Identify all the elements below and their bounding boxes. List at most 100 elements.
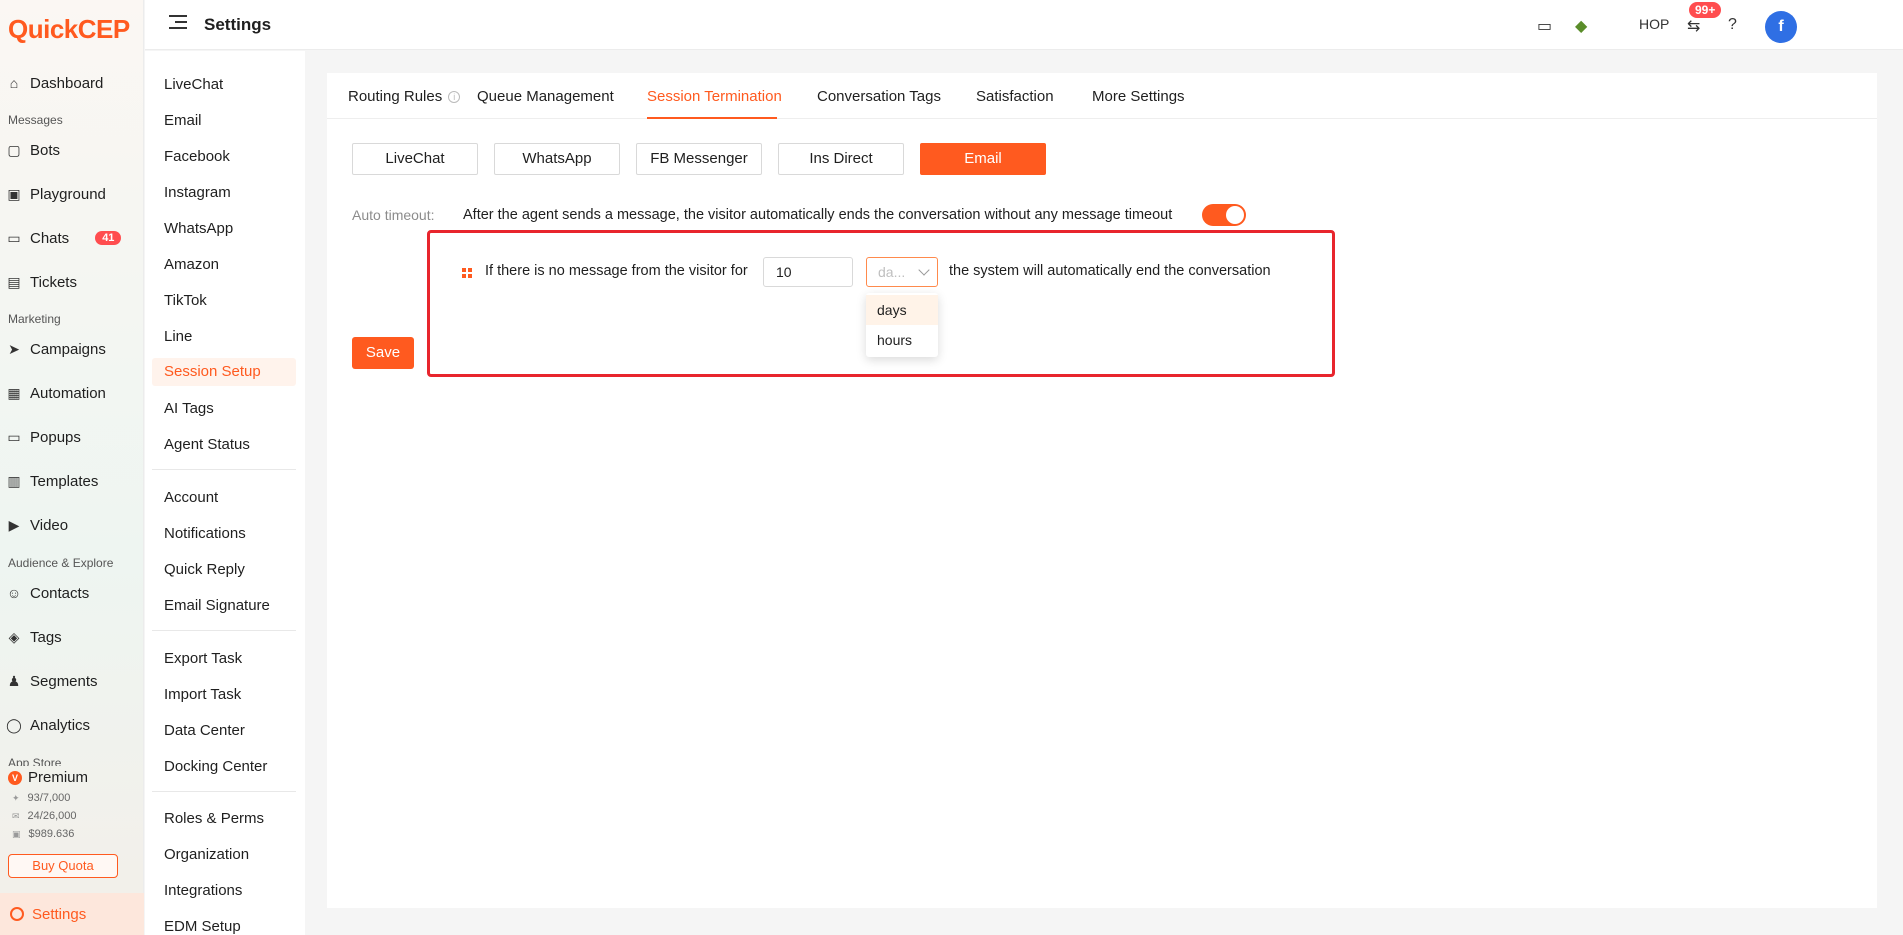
settings-sidebar: LiveChat Email Facebook Instagram WhatsA…: [145, 51, 305, 935]
tab-conversation-tags[interactable]: Conversation Tags: [817, 88, 941, 105]
bot-icon: ▢: [7, 142, 21, 158]
premium-quota: V Premium ✦ 93/7,000 ✉ 24/26,000 ▣ $989.636: [8, 769, 138, 840]
nav-contacts[interactable]: ☺ Contacts: [6, 581, 89, 605]
nav-label: Video: [30, 516, 69, 534]
settings-item-edm-setup[interactable]: EDM Setup: [164, 918, 241, 935]
channel-email-button[interactable]: Email: [920, 143, 1046, 175]
template-icon: ▥: [7, 473, 21, 489]
settings-item-quick-reply[interactable]: Quick Reply: [164, 561, 245, 578]
settings-item-whatsapp[interactable]: WhatsApp: [164, 220, 233, 237]
auto-timeout-toggle[interactable]: [1202, 204, 1246, 226]
playground-icon: ▣: [7, 186, 21, 202]
chevron-down-icon: [918, 264, 930, 276]
nav-analytics[interactable]: ◯ Analytics: [6, 713, 90, 737]
toggle-knob: [1226, 206, 1244, 224]
tab-session-termination[interactable]: Session Termination: [647, 88, 782, 105]
tag-icon: ◈: [8, 629, 20, 645]
channel-whatsapp-button[interactable]: WhatsApp: [494, 143, 620, 175]
nav-video[interactable]: ▶ Video: [6, 513, 68, 537]
nav-tags[interactable]: ◈ Tags: [6, 625, 62, 649]
nav-tickets[interactable]: ▤ Tickets: [6, 270, 77, 294]
quickcep-logo[interactable]: QuickCEP: [8, 14, 130, 45]
settings-item-account[interactable]: Account: [164, 489, 218, 506]
nav-settings[interactable]: Settings: [0, 893, 144, 935]
switch-icon[interactable]: ⇆: [1687, 16, 1700, 36]
timeout-value-input[interactable]: 10: [763, 257, 853, 287]
settings-item-roles-perms[interactable]: Roles & Perms: [164, 810, 264, 827]
settings-item-instagram[interactable]: Instagram: [164, 184, 231, 201]
tab-queue-management[interactable]: Queue Management: [477, 88, 614, 105]
settings-item-livechat[interactable]: LiveChat: [164, 76, 223, 93]
nav-label: Playground: [30, 185, 106, 203]
video-icon: ▶: [8, 517, 20, 533]
unit-option-days[interactable]: days: [866, 295, 938, 325]
nav-automation[interactable]: ▦ Automation: [6, 381, 106, 405]
settings-item-export-task[interactable]: Export Task: [164, 650, 242, 667]
nav-label: Chats: [30, 229, 70, 247]
nav-chats[interactable]: ▭ Chats 41: [6, 226, 122, 250]
timeout-unit-select[interactable]: da...: [866, 257, 938, 287]
avatar[interactable]: f: [1765, 11, 1797, 43]
settings-item-organization[interactable]: Organization: [164, 846, 249, 863]
channel-ins-direct-button[interactable]: Ins Direct: [778, 143, 904, 175]
unit-option-hours[interactable]: hours: [866, 325, 938, 355]
nav-section-messages: Messages: [8, 113, 63, 127]
wallet-icon: ▣: [12, 828, 21, 839]
ai-quota-icon: ✦: [12, 792, 20, 803]
nav-section-marketing: Marketing: [8, 312, 61, 326]
buy-quota-button[interactable]: Buy Quota: [8, 854, 118, 878]
user-icon: ☺: [6, 585, 22, 601]
notification-badge: 99+: [1689, 2, 1722, 18]
info-icon[interactable]: i: [448, 91, 461, 103]
save-button[interactable]: Save: [352, 337, 414, 369]
nav-dashboard[interactable]: ⌂ Dashboard: [6, 71, 104, 95]
segments-icon: ♟: [7, 673, 21, 689]
nav-label: Popups: [30, 428, 81, 446]
help-icon[interactable]: ?: [1728, 16, 1737, 34]
nav-popups[interactable]: ▭ Popups: [6, 425, 81, 449]
channel-livechat-button[interactable]: LiveChat: [352, 143, 478, 175]
active-tab-indicator: [647, 117, 777, 119]
nav-campaigns[interactable]: ➤ Campaigns: [6, 337, 106, 361]
nav-playground[interactable]: ▣ Playground: [6, 182, 106, 206]
tab-routing-rules[interactable]: Routing Rules i: [348, 88, 461, 105]
settings-item-data-center[interactable]: Data Center: [164, 722, 245, 739]
tab-label: Routing Rules: [348, 88, 443, 105]
nav-segments[interactable]: ♟ Segments: [6, 669, 98, 693]
settings-item-agent-status[interactable]: Agent Status: [164, 436, 250, 453]
settings-item-tiktok[interactable]: TikTok: [164, 292, 207, 309]
chat-status-icon[interactable]: ▭: [1537, 16, 1552, 36]
tab-more-settings[interactable]: More Settings: [1092, 88, 1185, 105]
settings-item-line[interactable]: Line: [164, 328, 192, 345]
menu-toggle-icon[interactable]: [169, 15, 187, 31]
divider: [152, 630, 296, 631]
settings-item-integrations[interactable]: Integrations: [164, 882, 242, 899]
nav-label: Settings: [32, 905, 87, 923]
topbar: Settings ▭ ◆ HOP ⇆ 99+ ? f: [145, 0, 1903, 50]
settings-item-amazon[interactable]: Amazon: [164, 256, 219, 273]
shopify-icon[interactable]: ◆: [1575, 16, 1587, 36]
nav-bots[interactable]: ▢ Bots: [6, 138, 60, 162]
nav-label: Bots: [30, 141, 61, 159]
settings-item-ai-tags[interactable]: AI Tags: [164, 400, 214, 417]
settings-item-session-setup[interactable]: Session Setup: [152, 358, 296, 386]
settings-item-notifications[interactable]: Notifications: [164, 525, 246, 542]
logo-uick: uick: [27, 14, 79, 44]
nav-templates[interactable]: ▥ Templates: [6, 469, 98, 493]
premium-title: Premium: [28, 769, 89, 786]
settings-item-email-signature[interactable]: Email Signature: [164, 597, 270, 614]
settings-item-email[interactable]: Email: [164, 112, 202, 129]
settings-item-import-task[interactable]: Import Task: [164, 686, 241, 703]
nav-label: Analytics: [30, 716, 91, 734]
settings-item-docking-center[interactable]: Docking Center: [164, 758, 267, 775]
channel-fb-messenger-button[interactable]: FB Messenger: [636, 143, 762, 175]
tab-satisfaction[interactable]: Satisfaction: [976, 88, 1054, 105]
automation-icon: ▦: [7, 385, 21, 401]
home-icon: ⌂: [9, 75, 19, 91]
settings-item-facebook[interactable]: Facebook: [164, 148, 230, 165]
premium-icon: V: [8, 770, 22, 785]
auto-timeout-description: After the agent sends a message, the vis…: [463, 207, 1173, 223]
rule-icon: [462, 268, 473, 279]
shop-name[interactable]: HOP: [1639, 16, 1669, 32]
logo-cep: CEP: [77, 14, 130, 44]
